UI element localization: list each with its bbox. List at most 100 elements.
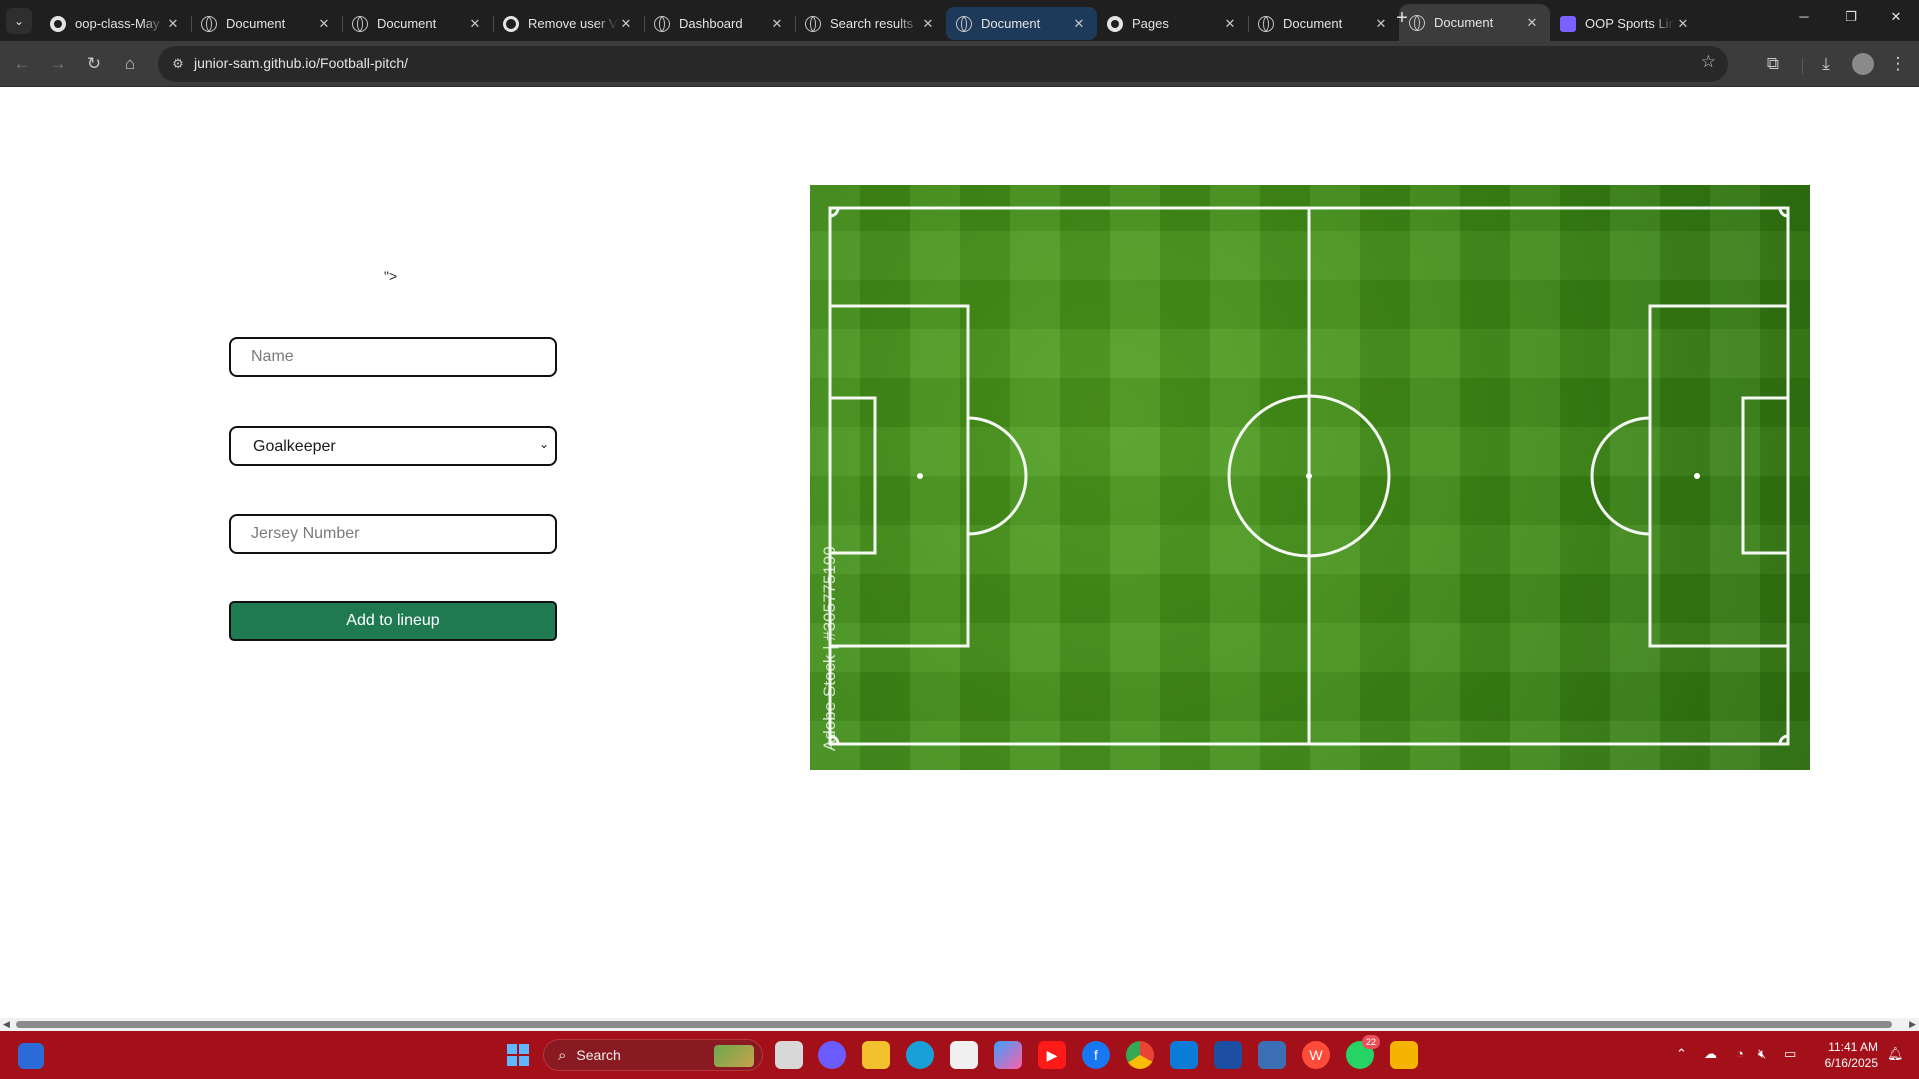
wps-office-icon[interactable]: W (1302, 1041, 1330, 1069)
tab[interactable]: Dashboard ✕ (644, 7, 795, 40)
search-highlight-icon (714, 1045, 754, 1067)
taskbar-search[interactable]: ⌕ Search (543, 1039, 763, 1071)
taskbar-search-label: Search (576, 1047, 621, 1063)
app-icon[interactable] (1390, 1041, 1418, 1069)
teams-icon[interactable] (818, 1041, 846, 1069)
position-select[interactable]: Goalkeeper (229, 426, 557, 466)
close-icon[interactable]: ✕ (1071, 16, 1087, 32)
tab[interactable]: Remove user V ✕ (493, 7, 644, 40)
browser-toolbar: ← → ↻ ⌂ ⚙ junior-sam.github.io/Football-… (0, 41, 1919, 87)
battery-icon[interactable]: ▭ (1784, 1046, 1796, 1062)
chevron-up-icon[interactable]: ⌃ (1676, 1046, 1687, 1062)
browser-menu-button[interactable]: ⋮ (1884, 50, 1912, 78)
close-icon[interactable]: ✕ (1524, 15, 1540, 31)
left-penalty-spot (917, 473, 923, 479)
minimize-icon: ─ (1799, 9, 1809, 24)
clock-date: 6/16/2025 (1824, 1056, 1878, 1070)
close-icon[interactable]: ✕ (165, 16, 181, 32)
tab[interactable]: OOP Sports Lin ✕ (1550, 7, 1701, 40)
close-icon[interactable]: ✕ (920, 16, 936, 32)
github-icon (1107, 15, 1123, 32)
new-tab-button[interactable]: + (1390, 7, 1414, 31)
site-info-icon[interactable]: ⚙ (168, 54, 188, 74)
bookmark-star-icon[interactable]: ☆ (1701, 52, 1716, 72)
forward-button[interactable]: → (44, 50, 72, 78)
globe-icon (956, 15, 972, 32)
close-icon[interactable]: ✕ (1222, 16, 1238, 32)
url-path: /Football-pitch/ (316, 55, 408, 71)
ring-icon (503, 15, 519, 32)
scrollbar-thumb[interactable] (16, 1021, 1892, 1028)
scroll-right-arrow-icon[interactable]: ▶ (1909, 1019, 1916, 1030)
restore-button[interactable]: ❐ (1832, 0, 1870, 33)
horizontal-scrollbar[interactable]: ◀ ▶ (0, 1018, 1919, 1031)
add-to-lineup-button[interactable]: Add to lineup (229, 601, 557, 641)
wifi-icon[interactable]: ◔ (1736, 1046, 1744, 1061)
tab[interactable]: Search results ✕ (795, 7, 946, 40)
tab-title: OOP Sports Lin (1585, 16, 1675, 31)
visual-studio-icon[interactable] (1214, 1041, 1242, 1069)
widgets-icon[interactable] (18, 1043, 44, 1069)
chrome-icon[interactable] (1126, 1041, 1154, 1069)
tab[interactable]: Document ✕ (342, 7, 493, 40)
tab[interactable]: oop-class-May ✕ (40, 7, 191, 40)
close-icon[interactable]: ✕ (769, 16, 785, 32)
page-content: "> Goalkeeper ⌄ Add to lineup (0, 87, 1919, 1022)
tab-title: Document (1283, 16, 1343, 31)
github-icon (50, 15, 66, 32)
tab-search-button[interactable]: ⌄ (6, 8, 32, 34)
jersey-number-input[interactable] (229, 514, 557, 554)
home-button[interactable]: ⌂ (116, 50, 144, 78)
youtube-icon[interactable]: ▶ (1038, 1041, 1066, 1069)
center-spot (1306, 473, 1312, 479)
edge-icon[interactable] (906, 1041, 934, 1069)
close-window-button[interactable]: ✕ (1877, 0, 1915, 33)
tab-list: oop-class-May ✕ Document ✕ Document ✕ Remov… (40, 4, 1701, 41)
whatsapp-icon[interactable]: 22 (1346, 1035, 1380, 1069)
right-goal-box (1741, 396, 1790, 555)
notification-bell-icon[interactable]: 🔔︎ (1887, 1046, 1904, 1062)
windows-start-icon[interactable] (504, 1041, 532, 1069)
tab-active[interactable]: Document ✕ (1399, 4, 1550, 41)
close-icon[interactable]: ✕ (316, 16, 332, 32)
tab[interactable]: Pages ✕ (1097, 7, 1248, 40)
profile-avatar[interactable] (1852, 53, 1874, 75)
tab[interactable]: Document ✕ (946, 7, 1097, 40)
close-icon[interactable]: ✕ (467, 16, 483, 32)
close-icon[interactable]: ✕ (1373, 16, 1389, 32)
onedrive-icon[interactable]: ☁ (1704, 1046, 1717, 1062)
downloads-button[interactable]: ⤓ (1812, 50, 1840, 78)
tab[interactable]: Document ✕ (191, 7, 342, 40)
close-icon[interactable]: ✕ (1675, 16, 1691, 32)
scroll-left-arrow-icon[interactable]: ◀ (3, 1019, 10, 1030)
vscode-icon[interactable] (1170, 1041, 1198, 1069)
clock[interactable]: 11:41 AM 6/16/2025 (1818, 1039, 1878, 1071)
restore-icon: ❐ (1845, 8, 1857, 24)
copilot-icon[interactable] (994, 1041, 1022, 1069)
close-icon[interactable]: ✕ (618, 16, 634, 32)
volume-muted-icon[interactable]: 🔇︎ (1758, 1046, 1766, 1062)
tab[interactable]: Document ✕ (1248, 7, 1399, 40)
calculator-icon[interactable] (1258, 1041, 1286, 1069)
stock-watermark: Adobe Stock | #305775190 (820, 546, 839, 751)
globe-icon (352, 15, 368, 32)
reload-button[interactable]: ↻ (80, 50, 108, 78)
stray-text: "> (384, 268, 398, 284)
tab-title: Pages (1132, 16, 1169, 31)
minimize-button[interactable]: ─ (1785, 0, 1823, 33)
store-icon[interactable] (950, 1041, 978, 1069)
tab-title: Document (377, 16, 437, 31)
search-icon: ⌕ (558, 1046, 567, 1064)
tab-title: Document (226, 16, 286, 31)
file-explorer-icon[interactable] (862, 1041, 890, 1069)
address-bar[interactable]: ⚙ junior-sam.github.io/Football-pitch/ ☆ (158, 46, 1728, 82)
right-penalty-box (1648, 304, 1790, 648)
url-text[interactable]: junior-sam.github.io/Football-pitch/ (194, 55, 408, 71)
name-input[interactable] (229, 337, 557, 377)
back-button[interactable]: ← (8, 50, 36, 78)
facebook-icon[interactable]: f (1082, 1041, 1110, 1069)
task-view-icon[interactable] (775, 1041, 803, 1069)
tab-title: Search results (830, 16, 914, 31)
tab-title: Document (1434, 15, 1494, 30)
extensions-button[interactable]: ⧉ (1759, 50, 1787, 78)
